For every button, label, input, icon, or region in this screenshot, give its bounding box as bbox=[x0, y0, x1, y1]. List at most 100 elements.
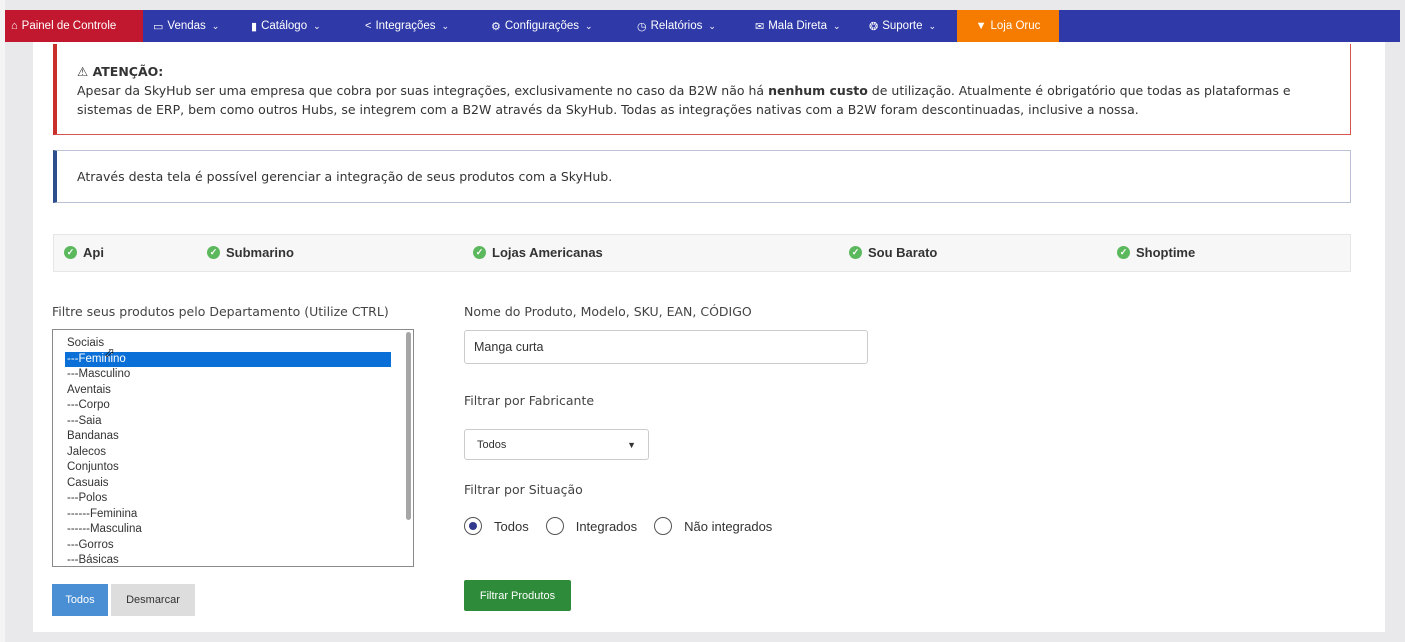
radio-circle-checked[interactable] bbox=[464, 517, 482, 535]
department-option[interactable]: ------Masculina bbox=[67, 522, 413, 538]
department-option[interactable]: ---Gorros bbox=[67, 538, 413, 554]
department-option[interactable]: ---Polos bbox=[67, 491, 413, 507]
department-option[interactable]: ---Saia bbox=[67, 414, 413, 430]
chevron-down-icon: ⌄ bbox=[585, 20, 593, 31]
situation-filter-label: Filtrar por Situação bbox=[464, 482, 583, 497]
chevron-down-icon: ⌄ bbox=[313, 20, 321, 31]
nav-integracoes[interactable]: < Integrações ⌄ bbox=[355, 10, 481, 42]
department-option[interactable]: Sociais bbox=[67, 336, 413, 352]
status-label: Shoptime bbox=[1136, 245, 1196, 260]
nav-label: Relatórios bbox=[650, 20, 703, 32]
store-icon: ▼ bbox=[975, 20, 987, 32]
filter-products-button[interactable]: Filtrar Produtos bbox=[464, 580, 571, 611]
warning-icon: ⚠ bbox=[77, 64, 89, 79]
nav-relatorios[interactable]: ◷ Relatórios ⌄ bbox=[627, 10, 745, 42]
warning-text-bold: nenhum custo bbox=[768, 83, 868, 98]
info-text: Através desta tela é possível gerenciar … bbox=[77, 169, 613, 184]
nav-label: Vendas bbox=[167, 20, 206, 32]
warning-text: Apesar da SkyHub ser uma empresa que cob… bbox=[77, 81, 1334, 119]
manufacturer-select[interactable]: Todos ▼ bbox=[464, 429, 649, 460]
status-lojas-americanas: ✓ Lojas Americanas bbox=[473, 245, 603, 260]
select-all-button[interactable]: Todos bbox=[52, 584, 108, 616]
chevron-down-icon: ⌄ bbox=[708, 20, 716, 31]
manufacturer-filter-label: Filtrar por Fabricante bbox=[464, 393, 595, 408]
chevron-down-icon: ⌄ bbox=[211, 20, 220, 31]
department-option[interactable]: Aventais bbox=[67, 383, 413, 399]
radio-todos[interactable]: Todos bbox=[464, 517, 529, 535]
dropdown-arrow-icon: ▼ bbox=[627, 439, 636, 450]
radio-nao-integrados[interactable]: Não integrados bbox=[654, 517, 772, 535]
department-option[interactable]: Conjuntos bbox=[67, 460, 413, 476]
department-option[interactable]: Casuais bbox=[67, 476, 413, 492]
nav-configuracoes[interactable]: ⚙ Configurações ⌄ bbox=[481, 10, 627, 42]
situation-radio-group: Todos Integrados Não integrados bbox=[464, 516, 789, 536]
left-edge bbox=[0, 0, 5, 642]
status-api: ✓ Api bbox=[64, 245, 104, 260]
info-alert: Através desta tela é possível gerenciar … bbox=[53, 150, 1351, 203]
nav-label: Mala Direta bbox=[768, 20, 828, 32]
status-label: Lojas Americanas bbox=[492, 245, 603, 260]
department-multiselect[interactable]: Sociais ---Feminino ---Masculino Aventai… bbox=[52, 329, 414, 567]
chevron-down-icon: ⌄ bbox=[833, 20, 841, 31]
book-icon: ▮ bbox=[251, 20, 258, 33]
nav-label: Suporte bbox=[882, 20, 923, 32]
main-panel: ⚠ ATENÇÃO: Apesar da SkyHub ser uma empr… bbox=[33, 42, 1385, 632]
nav-label: Catálogo bbox=[261, 20, 308, 32]
radio-label: Integrados bbox=[575, 518, 638, 534]
lifebuoy-icon: ❂ bbox=[869, 20, 879, 33]
share-icon: < bbox=[365, 20, 372, 32]
nav-mala-direta[interactable]: ✉ Mala Direta ⌄ bbox=[745, 10, 859, 42]
nav-label: Configurações bbox=[504, 20, 580, 32]
chevron-down-icon: ⌄ bbox=[928, 20, 937, 31]
chevron-down-icon: ⌄ bbox=[441, 20, 450, 31]
warning-title: ⚠ ATENÇÃO: bbox=[77, 62, 1334, 81]
department-option[interactable]: ---Básicas bbox=[67, 553, 413, 566]
nav-vendas[interactable]: ▭ Vendas ⌄ bbox=[143, 10, 241, 42]
status-label: Submarino bbox=[226, 245, 294, 260]
warning-alert: ⚠ ATENÇÃO: Apesar da SkyHub ser uma empr… bbox=[53, 44, 1351, 135]
clock-icon: ◷ bbox=[637, 20, 647, 33]
product-search-input[interactable]: Manga curta bbox=[464, 330, 868, 364]
manufacturer-selected-value: Todos bbox=[477, 438, 507, 451]
department-option[interactable]: ---Masculino bbox=[67, 367, 413, 383]
department-option[interactable]: Jalecos bbox=[67, 445, 413, 461]
product-search-label: Nome do Produto, Modelo, SKU, EAN, CÓDIG… bbox=[464, 304, 752, 319]
folder-icon: ▭ bbox=[153, 20, 164, 33]
department-option[interactable]: ---Corpo bbox=[67, 398, 413, 414]
check-circle-icon: ✓ bbox=[473, 246, 486, 259]
radio-circle[interactable] bbox=[545, 517, 564, 535]
status-submarino: ✓ Submarino bbox=[207, 245, 294, 260]
nav-label: Painel de Controle bbox=[21, 20, 117, 32]
deselect-button[interactable]: Desmarcar bbox=[111, 584, 195, 616]
radio-label: Não integrados bbox=[684, 518, 773, 534]
nav-painel-de-controle[interactable]: ⌂ Painel de Controle bbox=[5, 10, 143, 42]
home-icon: ⌂ bbox=[11, 20, 18, 32]
status-label: Sou Barato bbox=[868, 245, 938, 260]
radio-circle[interactable] bbox=[654, 517, 673, 535]
check-circle-icon: ✓ bbox=[1117, 246, 1130, 259]
radio-label: Todos bbox=[494, 518, 529, 534]
department-filter-label: Filtre seus produtos pelo Departamento (… bbox=[52, 304, 389, 319]
integration-status-bar: ✓ Api ✓ Submarino ✓ Lojas Americanas ✓ S… bbox=[53, 234, 1351, 272]
nav-suporte[interactable]: ❂ Suporte ⌄ bbox=[859, 10, 957, 42]
gear-icon: ⚙ bbox=[491, 20, 501, 33]
check-circle-icon: ✓ bbox=[849, 246, 862, 259]
warning-text-part: Apesar da SkyHub ser uma empresa que cob… bbox=[77, 83, 769, 98]
status-shoptime: ✓ Shoptime bbox=[1117, 245, 1195, 260]
department-option[interactable]: Bandanas bbox=[67, 429, 413, 445]
nav-label: Loja Oruc bbox=[990, 20, 1041, 32]
nav-catalogo[interactable]: ▮ Catálogo ⌄ bbox=[241, 10, 355, 42]
mail-icon: ✉ bbox=[755, 20, 765, 33]
warning-title-text: ATENÇÃO: bbox=[92, 64, 164, 79]
check-circle-icon: ✓ bbox=[207, 246, 220, 259]
nav-label: Integrações bbox=[375, 20, 436, 32]
status-label: Api bbox=[83, 245, 104, 260]
department-option[interactable]: ------Feminina bbox=[67, 507, 413, 523]
list-scrollbar[interactable] bbox=[406, 332, 411, 520]
radio-integrados[interactable]: Integrados bbox=[545, 517, 638, 535]
nav-loja-oruc[interactable]: ▼ Loja Oruc bbox=[957, 10, 1059, 42]
mouse-cursor-icon: ⬀ bbox=[104, 345, 115, 360]
top-navbar: ⌂ Painel de Controle ▭ Vendas ⌄ ▮ Catálo… bbox=[5, 10, 1400, 42]
status-sou-barato: ✓ Sou Barato bbox=[849, 245, 937, 260]
check-circle-icon: ✓ bbox=[64, 246, 77, 259]
